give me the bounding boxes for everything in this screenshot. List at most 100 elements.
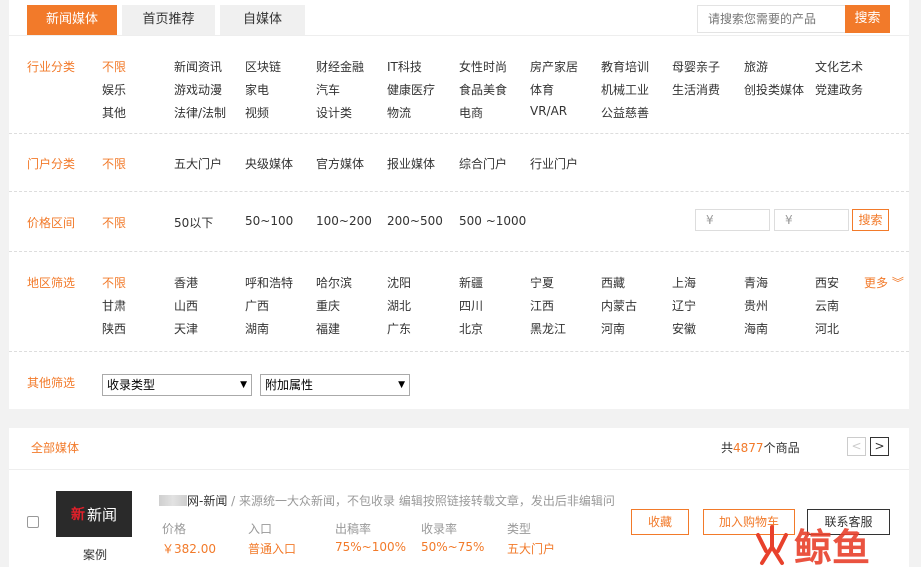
price-min-input[interactable]: ¥ [695, 209, 770, 231]
product-name[interactable]: 网-新闻 [187, 494, 227, 508]
price-option[interactable]: 200~500 [387, 214, 443, 228]
favorite-button[interactable]: 收藏 [631, 509, 689, 535]
extra-attribute-select[interactable]: 附加属性 ▼ [260, 374, 410, 396]
case-link[interactable]: 案例 [83, 546, 107, 563]
industry-option[interactable]: 公益慈善 [601, 104, 649, 121]
region-option[interactable]: 哈尔滨 [316, 274, 352, 291]
industry-filter-label: 行业分类 [27, 60, 76, 74]
region-option[interactable]: 北京 [459, 320, 483, 337]
industry-option[interactable]: 食品美食 [459, 81, 507, 98]
region-filter-row: 地区筛选 更多 ︾ 不限 香港 呼和浩特 哈尔滨 沈阳 新疆 宁夏 西藏 上海 青海 西安 甘肃 山西广… [9, 252, 909, 352]
price-option[interactable]: 50~100 [245, 214, 293, 228]
region-option[interactable]: 上海 [672, 274, 696, 291]
industry-option[interactable]: 财经金融 [316, 58, 364, 75]
industry-option[interactable]: 区块链 [245, 58, 281, 75]
industry-option[interactable]: 新闻资讯 [174, 58, 222, 75]
portal-option[interactable]: 不限 [102, 155, 126, 172]
industry-option[interactable]: 母婴亲子 [672, 58, 720, 75]
industry-option[interactable]: 汽车 [316, 81, 340, 98]
region-option[interactable]: 沈阳 [387, 274, 411, 291]
industry-option[interactable]: 不限 [102, 58, 126, 75]
price-max-input[interactable]: ¥ [774, 209, 849, 231]
region-option[interactable]: 香港 [174, 274, 198, 291]
portal-option[interactable]: 综合门户 [459, 155, 507, 172]
product-thumbnail[interactable]: 新 新闻 [56, 491, 132, 537]
prev-page-button[interactable]: < [847, 437, 866, 456]
index-type-select[interactable]: 收录类型 ▼ [102, 374, 252, 396]
region-option[interactable]: 贵州 [744, 297, 768, 314]
region-option[interactable]: 西藏 [601, 274, 625, 291]
region-option[interactable]: 山西 [174, 297, 198, 314]
region-option[interactable]: 黑龙江 [530, 320, 566, 337]
region-option[interactable]: 河北 [815, 320, 839, 337]
portal-option[interactable]: 五大门户 [174, 155, 222, 172]
industry-option[interactable]: VR/AR [530, 104, 567, 118]
region-option[interactable]: 云南 [815, 297, 839, 314]
region-option[interactable]: 甘肃 [102, 297, 126, 314]
region-option[interactable]: 新疆 [459, 274, 483, 291]
industry-option[interactable]: 机械工业 [601, 81, 649, 98]
region-option[interactable]: 湖南 [245, 320, 269, 337]
region-option[interactable]: 辽宁 [672, 297, 696, 314]
price-option[interactable]: 50以下 [174, 214, 213, 231]
industry-option[interactable]: 法律/法制 [174, 104, 226, 121]
meta-label-price: 价格 [162, 522, 187, 536]
region-option[interactable]: 广西 [245, 297, 269, 314]
portal-option[interactable]: 官方媒体 [316, 155, 364, 172]
price-option[interactable]: 不限 [102, 214, 126, 231]
region-option[interactable]: 宁夏 [530, 274, 554, 291]
industry-option[interactable]: 房产家居 [530, 58, 578, 75]
portal-option[interactable]: 央级媒体 [245, 155, 293, 172]
industry-option[interactable]: 视频 [245, 104, 269, 121]
region-option[interactable]: 内蒙古 [601, 297, 637, 314]
region-option[interactable]: 河南 [601, 320, 625, 337]
region-option[interactable]: 安徽 [672, 320, 696, 337]
price-option[interactable]: 100~200 [316, 214, 372, 228]
industry-option[interactable]: IT科技 [387, 58, 422, 75]
industry-option[interactable]: 其他 [102, 104, 126, 121]
region-option[interactable]: 江西 [530, 297, 554, 314]
industry-option[interactable]: 党建政务 [815, 81, 863, 98]
region-option[interactable]: 福建 [316, 320, 340, 337]
region-option[interactable]: 广东 [387, 320, 411, 337]
region-option[interactable]: 呼和浩特 [245, 274, 293, 291]
region-option[interactable]: 陕西 [102, 320, 126, 337]
product-checkbox[interactable] [27, 516, 39, 528]
industry-option[interactable]: 教育培训 [601, 58, 649, 75]
tab-news-media[interactable]: 新闻媒体 [27, 5, 117, 35]
industry-option[interactable]: 设计类 [316, 104, 352, 121]
industry-option[interactable]: 创投类媒体 [744, 81, 804, 98]
region-option[interactable]: 湖北 [387, 297, 411, 314]
industry-option[interactable]: 游戏动漫 [174, 81, 222, 98]
dropdown-arrow-icon: ▼ [240, 380, 247, 390]
region-option[interactable]: 西安 [815, 274, 839, 291]
industry-option[interactable]: 家电 [245, 81, 269, 98]
industry-option[interactable]: 体育 [530, 81, 554, 98]
industry-option[interactable]: 健康医疗 [387, 81, 435, 98]
industry-option[interactable]: 生活消费 [672, 81, 720, 98]
region-option[interactable]: 四川 [459, 297, 483, 314]
all-media-label[interactable]: 全部媒体 [31, 439, 79, 456]
industry-option[interactable]: 旅游 [744, 58, 768, 75]
search-input[interactable] [697, 5, 845, 33]
tab-self-media[interactable]: 自媒体 [220, 5, 305, 35]
region-option[interactable]: 不限 [102, 274, 126, 291]
region-option[interactable]: 天津 [174, 320, 198, 337]
price-option[interactable]: 500 ~1000 [459, 214, 526, 228]
search-bar: 搜索 [697, 5, 890, 33]
next-page-button[interactable]: > [870, 437, 889, 456]
industry-option[interactable]: 电商 [459, 104, 483, 121]
price-search-button[interactable]: 搜索 [852, 209, 889, 231]
industry-option[interactable]: 物流 [387, 104, 411, 121]
portal-option[interactable]: 报业媒体 [387, 155, 435, 172]
region-option[interactable]: 重庆 [316, 297, 340, 314]
region-option[interactable]: 海南 [744, 320, 768, 337]
industry-option[interactable]: 文化艺术 [815, 58, 863, 75]
portal-option[interactable]: 行业门户 [530, 155, 578, 172]
industry-option[interactable]: 女性时尚 [459, 58, 507, 75]
region-option[interactable]: 青海 [744, 274, 768, 291]
search-button[interactable]: 搜索 [845, 5, 890, 33]
industry-option[interactable]: 娱乐 [102, 81, 126, 98]
tab-homepage-recommend[interactable]: 首页推荐 [122, 5, 215, 35]
region-more-toggle[interactable]: 更多 ︾ [864, 274, 904, 291]
